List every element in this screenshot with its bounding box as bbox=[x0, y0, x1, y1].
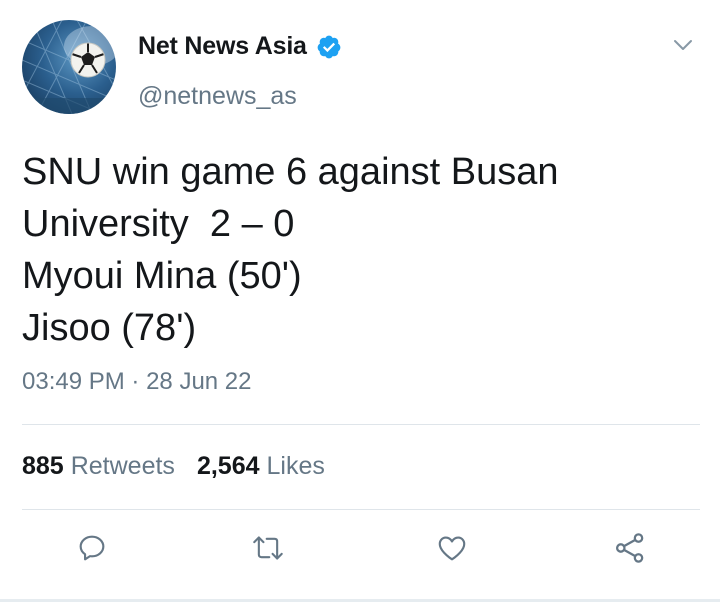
separator-dot: · bbox=[131, 368, 140, 395]
display-name[interactable]: Net News Asia bbox=[138, 32, 307, 61]
tweet-text-line: Jisoo (78') bbox=[22, 307, 197, 349]
tweet-date: 28 Jun 22 bbox=[146, 368, 252, 395]
likes-count: 2,564 bbox=[196, 452, 260, 480]
chevron-down-icon[interactable] bbox=[672, 36, 694, 54]
tweet-card: Net News Asia @netnews_as SNU win game 6… bbox=[0, 0, 720, 602]
tweet-text: SNU win game 6 against Busan University … bbox=[22, 146, 702, 354]
likes-stat[interactable]: 2,564 Likes bbox=[197, 452, 325, 481]
divider bbox=[22, 424, 700, 425]
tweet-time: 03:49 PM bbox=[22, 368, 125, 395]
share-icon bbox=[615, 533, 644, 563]
divider bbox=[22, 509, 700, 510]
author-name-row[interactable]: Net News Asia bbox=[138, 32, 342, 61]
soccer-ball-avatar-icon bbox=[22, 20, 116, 114]
tweet-stats: 885 Retweets 2,564 Likes bbox=[22, 452, 325, 481]
reply-button[interactable] bbox=[72, 528, 112, 568]
tweet-timestamp[interactable]: 03:49 PM · 28 Jun 22 bbox=[22, 368, 252, 396]
user-handle[interactable]: @netnews_as bbox=[138, 82, 297, 111]
retweets-label: Retweets bbox=[70, 452, 175, 480]
reply-icon bbox=[79, 535, 105, 561]
retweets-count: 885 bbox=[22, 452, 64, 480]
tweet-actions bbox=[0, 528, 720, 568]
retweets-stat[interactable]: 885 Retweets bbox=[22, 452, 175, 481]
tweet-text-line: Myoui Mina (50') bbox=[22, 255, 302, 297]
share-button[interactable] bbox=[610, 528, 650, 568]
retweet-icon bbox=[253, 536, 283, 560]
verified-badge-icon bbox=[317, 35, 341, 58]
tweet-text-line: University 2 – 0 bbox=[22, 203, 295, 245]
likes-label: Likes bbox=[266, 452, 325, 480]
retweet-button[interactable] bbox=[248, 528, 288, 568]
avatar[interactable] bbox=[22, 20, 116, 114]
like-button[interactable] bbox=[432, 528, 472, 568]
tweet-text-line: SNU win game 6 against Busan bbox=[22, 151, 559, 193]
heart-icon bbox=[438, 536, 466, 561]
